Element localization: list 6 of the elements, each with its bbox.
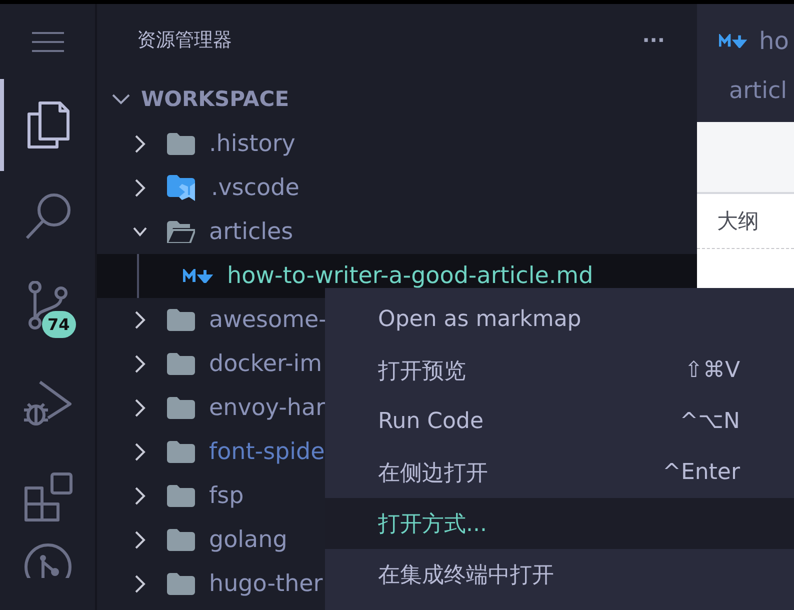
outline-title: 大纲 [717,208,759,235]
shortcut: ^⌥N [680,409,740,434]
shortcut: ^Enter [662,460,740,485]
explorer-title: 资源管理器 [137,28,232,53]
badge: 74 [42,311,76,338]
shortcut: ⇧⌘V [684,358,740,383]
